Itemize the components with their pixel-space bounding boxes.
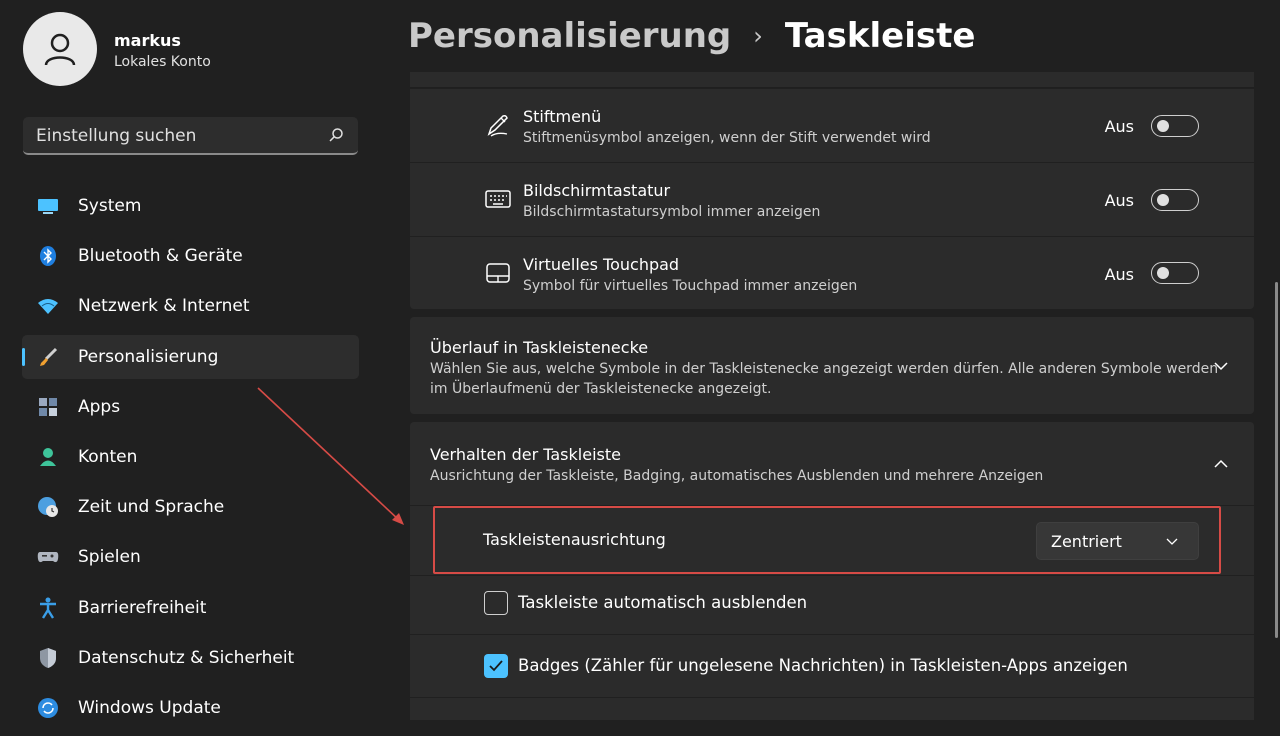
scrollbar[interactable] — [1275, 282, 1278, 638]
annotation-arrow — [257, 387, 404, 525]
